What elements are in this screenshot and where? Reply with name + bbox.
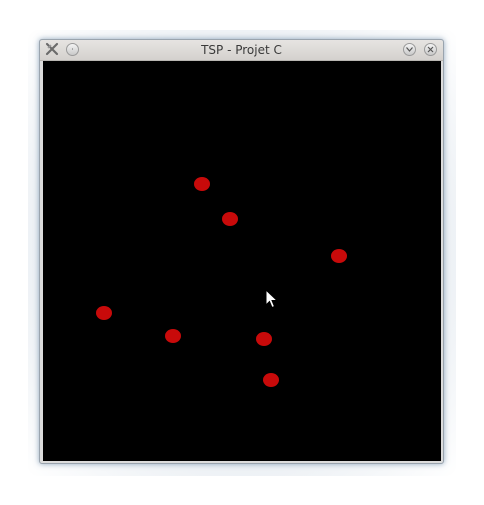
mouse-cursor-icon: [265, 289, 279, 309]
city-point: [165, 329, 181, 343]
city-point: [222, 212, 238, 226]
city-point: [331, 249, 347, 263]
city-point: [263, 373, 279, 387]
title-bar[interactable]: · TSP - Projet C: [40, 40, 443, 61]
minimize-icon[interactable]: [403, 43, 416, 56]
app-window: · TSP - Projet C: [39, 39, 444, 464]
city-point: [194, 177, 210, 191]
city-point: [96, 306, 112, 320]
desktop: · TSP - Projet C: [0, 0, 484, 505]
tsp-canvas[interactable]: [43, 61, 441, 461]
window-title: TSP - Projet C: [201, 43, 282, 57]
close-icon[interactable]: [424, 43, 437, 56]
city-point: [256, 332, 272, 346]
